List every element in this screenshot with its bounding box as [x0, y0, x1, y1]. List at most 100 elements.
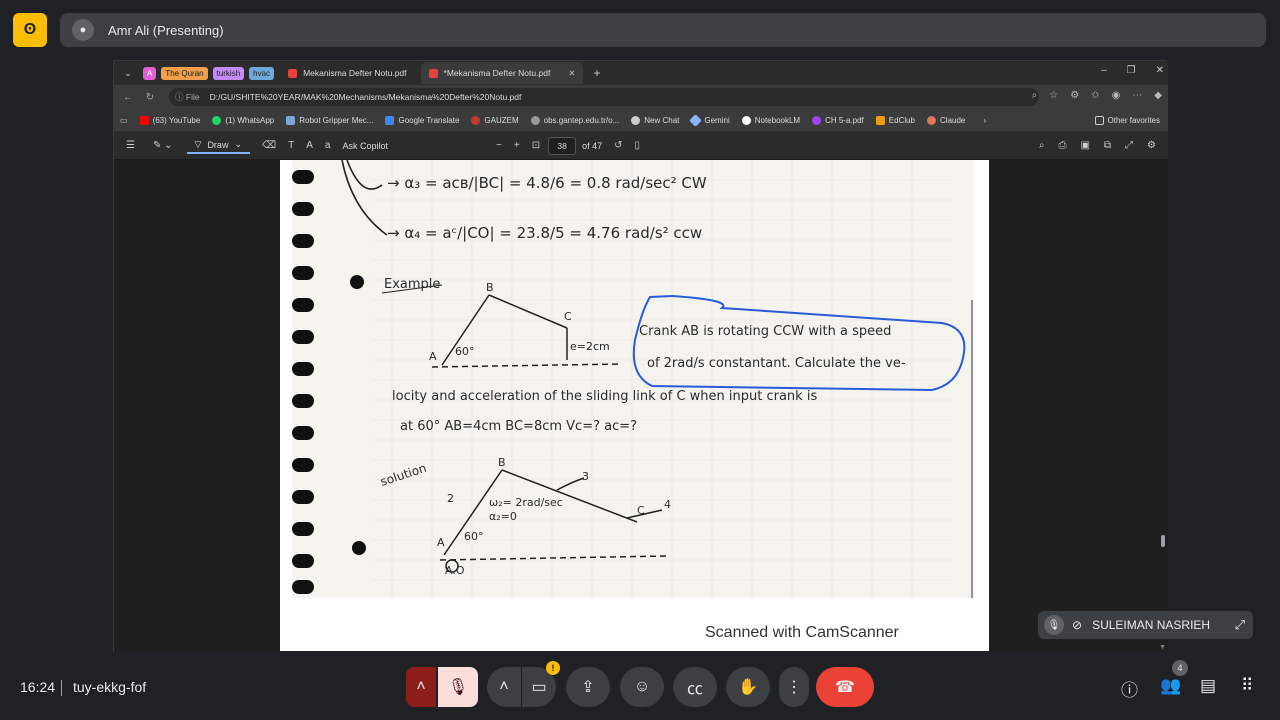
- svg-text:Example: Example: [384, 277, 440, 292]
- meeting-info-icon[interactable]: ⓘ: [1121, 676, 1138, 701]
- more-menu-icon[interactable]: ⋯: [1132, 90, 1142, 101]
- svg-text:ω₂= 2rad/sec: ω₂= 2rad/sec: [489, 496, 563, 509]
- bookmark-robot[interactable]: Robot Gripper Mec...: [286, 115, 373, 125]
- eraser-icon[interactable]: ⌫: [262, 140, 276, 151]
- hang-up-icon: ☎: [835, 679, 855, 696]
- svg-text:C: C: [564, 310, 572, 323]
- bookmark-whatsapp[interactable]: (1) WhatsApp: [212, 115, 274, 125]
- favorite-star-icon[interactable]: ☆: [1049, 90, 1058, 101]
- scroll-down-icon[interactable]: ▼: [1159, 644, 1166, 651]
- expand-icon[interactable]: ⤢: [1235, 617, 1245, 633]
- participant-tile[interactable]: 🎙 ⊘ SULEIMAN NASRIEH ⤢: [1038, 611, 1253, 639]
- camscanner-watermark: Scanned with CamScanner: [705, 624, 899, 641]
- pdf-toolbar: ☰ ✎ ⌄ ▽ Draw ⌄ ⌫ T A a Ask Copilot − + ⊡…: [114, 132, 1168, 160]
- chat-icon[interactable]: ▤: [1200, 676, 1216, 696]
- chat-icon: [631, 115, 641, 125]
- address-actions: ⌕ ☆ ⚙ ✩ ◉ ⋯ ◆: [1032, 90, 1162, 101]
- activities-icon[interactable]: ⠿: [1241, 676, 1253, 696]
- other-favorites[interactable]: Other favorites: [1094, 115, 1160, 125]
- scanned-notebook-image: → α₃ = aᴄʙ/|BC| = 4.8/6 = 0.8 rad/sec² C…: [292, 160, 974, 598]
- reactions-button[interactable]: ☺: [620, 667, 664, 707]
- scrollbar-thumb[interactable]: [1161, 535, 1165, 547]
- page-number-input[interactable]: 38: [548, 136, 577, 155]
- tab-group-quran[interactable]: The Quran: [161, 66, 208, 80]
- camera-button[interactable]: ▭ !: [522, 661, 560, 707]
- tab-pdf-2-active[interactable]: *Mekanisma Defter Notu.pdf ✕: [420, 62, 584, 84]
- tab-actions-chevron-icon[interactable]: ⌄: [118, 65, 138, 81]
- raise-hand-button[interactable]: ✋: [726, 667, 770, 707]
- fit-page-icon[interactable]: ⊡: [532, 140, 540, 151]
- tab-group-hvac[interactable]: hvac: [249, 66, 275, 80]
- bookmark-notebooklm[interactable]: NotebookLM: [741, 115, 800, 125]
- captions-button[interactable]: ㏄: [673, 667, 717, 707]
- page-view-icon[interactable]: ▯: [635, 140, 641, 151]
- ask-copilot-button[interactable]: Ask Copilot: [342, 141, 388, 151]
- font-icon[interactable]: A: [306, 140, 313, 151]
- rotate-icon[interactable]: ↺: [614, 140, 622, 151]
- read-aloud-icon[interactable]: a: [325, 140, 331, 151]
- svg-text:B: B: [486, 281, 494, 294]
- print-icon[interactable]: ⎙: [1058, 140, 1066, 151]
- leave-call-button[interactable]: ☎: [816, 667, 874, 707]
- highlight-icon[interactable]: ✎ ⌄: [153, 140, 173, 151]
- settings-gear-icon[interactable]: ⚙: [1147, 140, 1156, 151]
- omnibox[interactable]: ⓘ File D:/GU/SHITE%20YEAR/MAK%20Mechanis…: [169, 88, 1039, 106]
- new-tab-icon[interactable]: +: [593, 66, 600, 80]
- svg-text:B: B: [498, 456, 506, 469]
- mic-off-icon: 🎙: [1044, 615, 1064, 635]
- presenting-banner[interactable]: ● Amr Ali (Presenting): [60, 13, 1266, 47]
- extensions-icon[interactable]: ⚙: [1070, 90, 1079, 101]
- save-icon[interactable]: ▣: [1080, 140, 1089, 151]
- profile-icon[interactable]: ◉: [1112, 90, 1121, 101]
- copilot-icon[interactable]: ◆: [1154, 90, 1162, 101]
- zoom-in-icon[interactable]: +: [514, 140, 520, 151]
- close-tab-icon[interactable]: ✕: [568, 68, 575, 79]
- contents-icon[interactable]: ☰: [126, 140, 135, 151]
- hand-icon: ✋: [738, 679, 758, 696]
- bookmark-obs[interactable]: obs.gantep.edu.tr/o...: [530, 115, 619, 125]
- present-screen-button[interactable]: ⇪: [566, 667, 610, 707]
- restore-icon[interactable]: ❐: [1127, 65, 1136, 76]
- reading-list-icon[interactable]: ▭: [120, 116, 128, 125]
- search-icon[interactable]: ⌕: [1039, 140, 1045, 151]
- bookmark-edclub[interactable]: EdClub: [875, 115, 915, 125]
- pdf-viewer[interactable]: → α₃ = aᴄʙ/|BC| = 4.8/6 = 0.8 rad/sec² C…: [114, 160, 1168, 653]
- close-window-icon[interactable]: ✕: [1156, 65, 1164, 76]
- refresh-icon[interactable]: ↻: [142, 92, 158, 103]
- meet-controls-bar: 16:24 tuy-ekkg-fof ˄ 🎙 ˄ ▭ ! ⇪ ☺ ㏄ ✋ ⋮ ☎…: [0, 660, 1280, 720]
- tab-pdf-1[interactable]: Mekanisma Defter Notu.pdf: [280, 62, 414, 84]
- mic-off-button[interactable]: 🎙: [438, 667, 478, 707]
- bookmark-gemini[interactable]: Gemini: [689, 113, 730, 127]
- bookmark-gauzem[interactable]: GAUZEM: [471, 115, 519, 125]
- draw-button[interactable]: ▽ Draw ⌄: [186, 137, 250, 154]
- bookmark-youtube[interactable]: (63) YouTube: [139, 115, 200, 125]
- zoom-icon[interactable]: ⌕: [1032, 90, 1038, 101]
- svg-text:A.O: A.O: [445, 564, 465, 577]
- edclub-icon: [875, 115, 885, 125]
- bookmark-ch5[interactable]: CH 5-a.pdf: [812, 115, 864, 125]
- warning-badge-icon: !: [546, 661, 560, 675]
- bookmark-claude[interactable]: Claude: [927, 115, 965, 125]
- svg-text:A: A: [437, 536, 445, 549]
- svg-text:locity and acceleration of the: locity and acceleration of the sliding l…: [392, 389, 817, 404]
- more-options-button[interactable]: ⋮: [779, 667, 809, 707]
- bookmark-translate[interactable]: Google Translate: [385, 115, 459, 125]
- save-as-icon[interactable]: ⧉: [1104, 140, 1111, 151]
- presenter-avatar: ●: [72, 19, 94, 41]
- zoom-out-icon[interactable]: −: [496, 140, 502, 151]
- svg-text:60°: 60°: [455, 345, 475, 358]
- video-options-chevron-icon[interactable]: ˄: [487, 667, 521, 707]
- people-icon[interactable]: 👥: [1160, 676, 1181, 696]
- fullscreen-icon[interactable]: ⤢: [1125, 140, 1133, 151]
- favorites-icon[interactable]: ✩: [1091, 90, 1099, 101]
- text-box-icon[interactable]: T: [288, 140, 294, 151]
- minimize-icon[interactable]: –: [1101, 65, 1107, 76]
- draw-icon: ▽: [194, 139, 202, 149]
- audio-options-chevron-icon[interactable]: ˄: [406, 667, 436, 707]
- tab-group-a[interactable]: A: [143, 66, 157, 80]
- tab-group-turkish[interactable]: turkish: [212, 66, 245, 80]
- bookmark-newchat[interactable]: New Chat: [631, 115, 679, 125]
- bookmarks-bar: ▭ (63) YouTube (1) WhatsApp Robot Grippe…: [114, 109, 1168, 132]
- chevron-right-icon[interactable]: ›: [983, 116, 986, 125]
- back-icon[interactable]: ←: [120, 92, 136, 103]
